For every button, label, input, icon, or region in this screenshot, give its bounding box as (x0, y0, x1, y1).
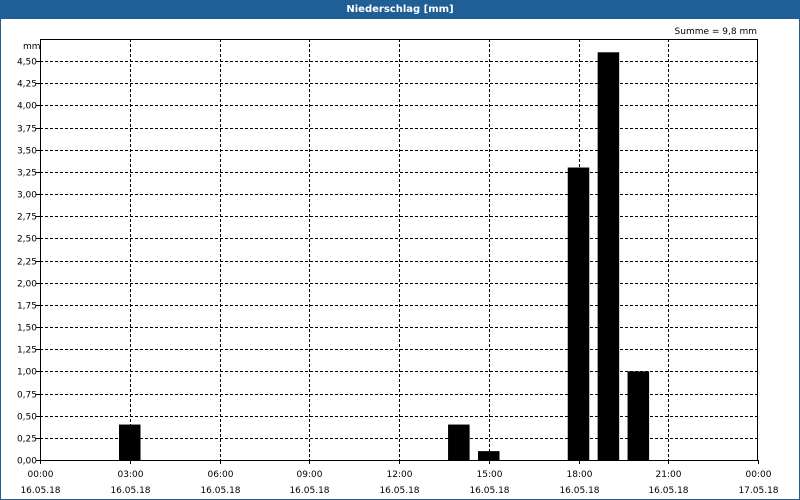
y-tick-label: 0,50 (17, 413, 37, 423)
y-axis-unit-label: mm (23, 42, 41, 52)
x-tick-date-label: 16.05.18 (289, 486, 329, 496)
y-tick-label: 2,50 (17, 235, 37, 245)
y-tick-labels: 0,00 0,25 0,50 0,75 1,00 1,25 1,50 1,75 2,00 2,25… (17, 58, 37, 467)
x-tick-date-label: 16.05.18 (110, 486, 150, 496)
x-tick-time-label: 00:00 (746, 470, 772, 480)
y-tick-label: 2,75 (17, 213, 37, 223)
y-tick-label: 2,25 (17, 258, 37, 268)
y-tick-label: 1,50 (17, 324, 37, 334)
x-tick-time-label: 21:00 (656, 470, 682, 480)
bar-series (118, 52, 650, 460)
x-tick-date-label: 16.05.18 (20, 486, 60, 496)
y-tick-label: 0,00 (17, 457, 37, 467)
x-tick-date-label: 16.05.18 (559, 486, 599, 496)
y-tick-label: 3,50 (17, 147, 37, 157)
y-tick-label: 3,25 (17, 169, 37, 179)
x-tick-date-label: 16.05.18 (379, 486, 419, 496)
precipitation-bar (448, 424, 470, 460)
y-tick-label: 1,00 (17, 368, 37, 378)
y-tick-label: 0,75 (17, 391, 37, 401)
y-tick-label: 3,00 (17, 191, 37, 201)
y-tick-label: 0,25 (17, 435, 37, 445)
axes (36, 39, 759, 464)
y-tick-label: 2,00 (17, 280, 37, 290)
sum-annotation: Summe = 9,8 mm (675, 27, 757, 37)
y-tick-label: 1,25 (17, 346, 37, 356)
x-tick-date-label: 16.05.18 (469, 486, 509, 496)
precipitation-bar (567, 167, 590, 460)
x-tick-time-label: 06:00 (208, 470, 234, 480)
x-tick-time-label: 00:00 (28, 470, 54, 480)
precipitation-bar (627, 371, 650, 460)
x-tick-date-label: 16.05.18 (200, 486, 240, 496)
x-tick-labels: 00:00 16.05.18 03:00 16.05.18 06:00 16.05.18 0… (20, 470, 778, 496)
y-tick-label: 4,25 (17, 80, 37, 90)
precipitation-bar (597, 52, 620, 460)
x-tick-date-label: 16.05.18 (648, 486, 688, 496)
precipitation-bar (118, 424, 141, 460)
y-tick-label: 4,50 (17, 58, 37, 68)
y-tick-label: 3,75 (17, 125, 37, 135)
x-tick-time-label: 12:00 (387, 470, 413, 480)
y-tick-label: 1,75 (17, 302, 37, 312)
y-tick-label: 4,00 (17, 102, 37, 112)
grid-lines (40, 39, 758, 460)
x-tick-time-label: 03:00 (118, 470, 144, 480)
x-tick-time-label: 09:00 (297, 470, 323, 480)
x-tick-time-label: 15:00 (477, 470, 503, 480)
x-tick-date-label: 17.05.18 (738, 486, 778, 496)
precipitation-chart: 0,00 0,25 0,50 0,75 1,00 1,25 1,50 1,75 2,00 2,25… (17, 27, 779, 496)
precipitation-bar (477, 451, 500, 460)
x-tick-time-label: 18:00 (567, 470, 593, 480)
